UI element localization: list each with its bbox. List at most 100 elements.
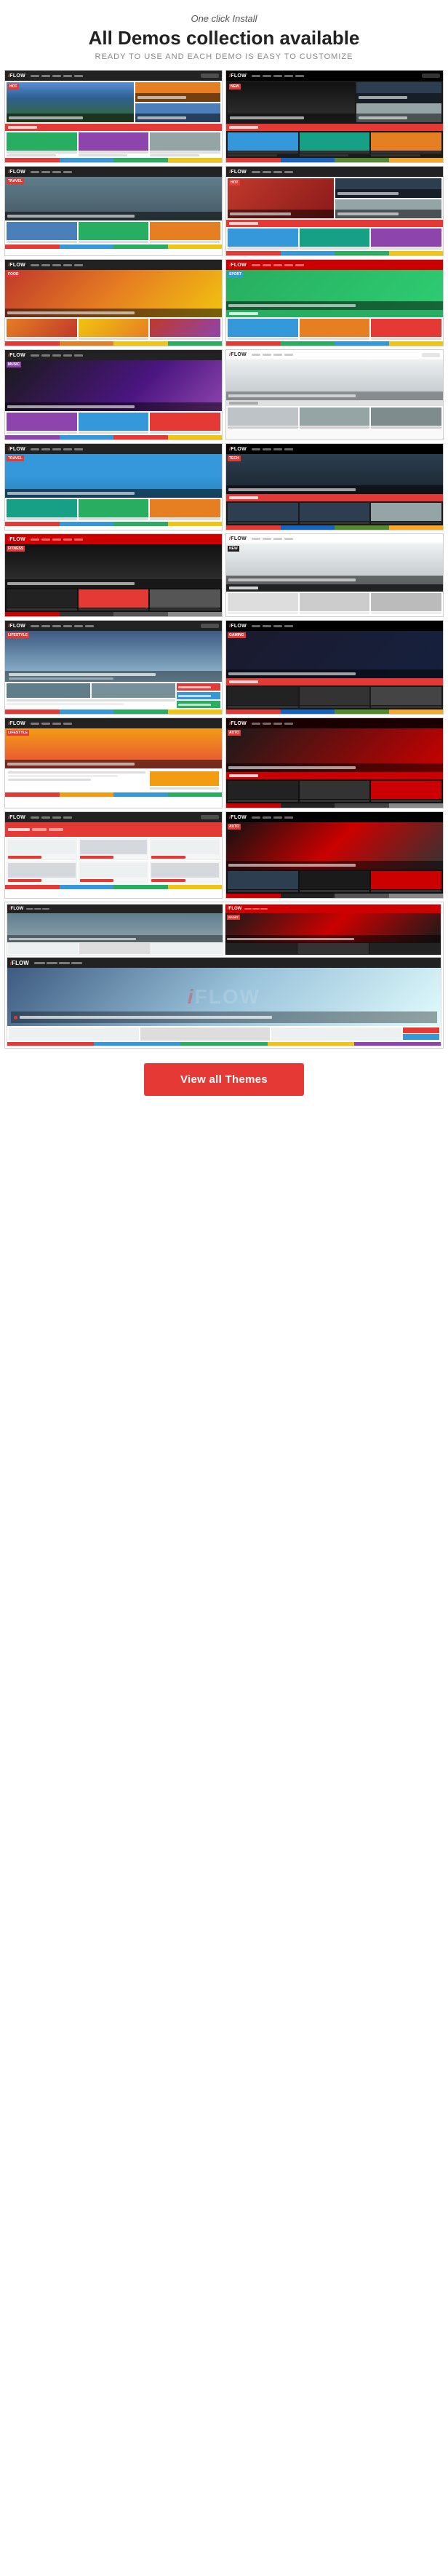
demo-item-2[interactable]: iFLOW NEW xyxy=(225,70,444,163)
demo-6-cards xyxy=(226,317,443,341)
demo-17-products xyxy=(5,837,222,885)
demo-item-19[interactable]: iFLOW xyxy=(4,902,444,1049)
demo-5-cards xyxy=(5,317,222,341)
demo-item-18[interactable]: iFLOW AUTO xyxy=(225,811,444,899)
demo-17-accent xyxy=(5,885,222,889)
demo-18-accent xyxy=(226,894,443,898)
demo-row-7: iFLOW LIFESTYLE xyxy=(4,620,444,715)
demo-19-hero: iFLOW iFLOW xyxy=(7,957,441,1046)
demo-item-4[interactable]: iFLOW HOT xyxy=(225,166,444,256)
demo-17-logo: iFLOW xyxy=(8,815,25,820)
demo-1-search xyxy=(201,73,219,78)
demo-16-logo: iFLOW xyxy=(229,721,247,726)
demo-17-topbar: iFLOW xyxy=(5,812,222,822)
demo-item-10[interactable]: iFLOW TECH xyxy=(225,443,444,530)
demo-13-bottom xyxy=(5,682,222,709)
demo-6-accent xyxy=(226,341,443,346)
demo-9-accent xyxy=(5,522,222,526)
demo-4-accent xyxy=(226,251,443,255)
demo-11-cards xyxy=(5,588,222,612)
demo-1-topbar: iFLOW xyxy=(5,71,222,81)
demo-6-topbar: iFLOW xyxy=(226,260,443,270)
demo-row-4: iFLOW MUSIC iFLOW xyxy=(4,349,444,440)
subtitle: READY TO USE AND EACH DEMO IS EASY TO CU… xyxy=(7,52,441,61)
demo-item-7[interactable]: iFLOW MUSIC xyxy=(4,349,223,440)
demo-14-topbar: iFLOW xyxy=(226,621,443,631)
demo-13-accent xyxy=(5,709,222,714)
demo-item-8[interactable]: iFLOW xyxy=(225,349,444,440)
demo-4-cards xyxy=(226,227,443,251)
demo-6-section xyxy=(226,310,443,317)
demo-19-accent xyxy=(7,1042,441,1046)
demo-1-side-1 xyxy=(135,82,220,102)
demo-8-section xyxy=(226,400,443,406)
demo-row-9: iFLOW xyxy=(4,811,444,899)
demo-13-logo: iFLOW xyxy=(8,624,25,629)
demo-1-side-2 xyxy=(135,103,220,123)
demo-1-cards xyxy=(5,131,222,158)
demo-12-cards xyxy=(226,592,443,616)
demo-2-side xyxy=(356,82,441,122)
demo-9-cards xyxy=(5,498,222,522)
demo-19-top-row: iFLOW xyxy=(5,902,443,957)
demo-4-featured: HOT xyxy=(226,177,443,220)
demo-6-logo: iFLOW xyxy=(229,263,247,268)
demo-16-accent xyxy=(226,803,443,808)
demo-row-5: iFLOW TRAVEL iFLOW xyxy=(4,443,444,530)
main-title: All Demos collection available xyxy=(7,27,441,49)
demo-row-2: iFLOW TRAVEL iFLOW xyxy=(4,166,444,256)
demo-15-logo: iFLOW xyxy=(8,721,25,726)
demo-2-search xyxy=(422,73,440,78)
demo-row-1: iFLOW HOT xyxy=(4,70,444,163)
demo-2-card-2 xyxy=(300,132,370,156)
demo-item-9[interactable]: iFLOW TRAVEL xyxy=(4,443,223,530)
demo-item-16[interactable]: iFLOW AUTO xyxy=(225,717,444,808)
demo-2-main-img: NEW xyxy=(228,82,355,122)
demo-8-logo: iFLOW xyxy=(229,352,247,357)
demo-item-15[interactable]: iFLOW LIFESTYLE xyxy=(4,717,223,808)
demo-row-3: iFLOW FOOD iFLOW xyxy=(4,259,444,346)
demo-2-card-1 xyxy=(228,132,298,156)
demo-16-cards xyxy=(226,779,443,803)
demo-3-logo: iFLOW xyxy=(8,170,25,175)
demo-item-12[interactable]: iFLOW NEW xyxy=(225,533,444,617)
demo-2-cards xyxy=(226,131,443,158)
demo-18-cards xyxy=(226,870,443,894)
demo-2-topbar: iFLOW xyxy=(226,71,443,81)
demo-11-accent xyxy=(5,612,222,616)
demo-12-topbar: iFLOW xyxy=(226,534,443,544)
demo-1-card-2 xyxy=(79,132,149,156)
demo-2-card-3 xyxy=(371,132,441,156)
demo-10-topbar: iFLOW xyxy=(226,444,443,454)
demo-item-11[interactable]: iFLOW FITNESS xyxy=(4,533,223,617)
demo-1-logo: iFLOW xyxy=(8,73,25,79)
demo-4-section xyxy=(226,220,443,227)
demo-14-cards xyxy=(226,685,443,709)
demo-row-10: iFLOW xyxy=(4,902,444,1049)
demo-12-section xyxy=(226,584,443,592)
demo-item-13[interactable]: iFLOW LIFESTYLE xyxy=(4,620,223,715)
demo-1-featured: HOT xyxy=(5,81,222,124)
demo-item-6[interactable]: iFLOW SPORT xyxy=(225,259,444,346)
demo-row-6: iFLOW FITNESS iFLOW xyxy=(4,533,444,617)
demo-item-5[interactable]: iFLOW FOOD xyxy=(4,259,223,346)
demo-item-1[interactable]: iFLOW HOT xyxy=(4,70,223,163)
demo-item-3[interactable]: iFLOW TRAVEL xyxy=(4,166,223,256)
demo-2-logo: iFLOW xyxy=(229,73,247,79)
demo-8-cards xyxy=(226,406,443,430)
demo-7-accent xyxy=(5,435,222,440)
demo-1-main-img: HOT xyxy=(7,82,134,122)
demo-4-topbar: iFLOW xyxy=(226,167,443,177)
demo-4-logo: iFLOW xyxy=(229,170,247,175)
demo-2-accent xyxy=(226,158,443,162)
demo-11-logo: iFLOW xyxy=(8,537,25,542)
demo-5-accent xyxy=(5,341,222,346)
demo-13-topbar: iFLOW xyxy=(5,621,222,631)
demo-item-14[interactable]: iFLOW GAMING xyxy=(225,620,444,715)
demo-item-17[interactable]: iFLOW xyxy=(4,811,223,899)
demo-7-logo: iFLOW xyxy=(8,353,25,358)
view-all-themes-button[interactable]: View all Themes xyxy=(144,1063,304,1096)
demo-15-featured xyxy=(5,768,222,792)
demo-18-topbar: iFLOW xyxy=(226,812,443,822)
demo-2-tag: NEW xyxy=(229,84,241,90)
